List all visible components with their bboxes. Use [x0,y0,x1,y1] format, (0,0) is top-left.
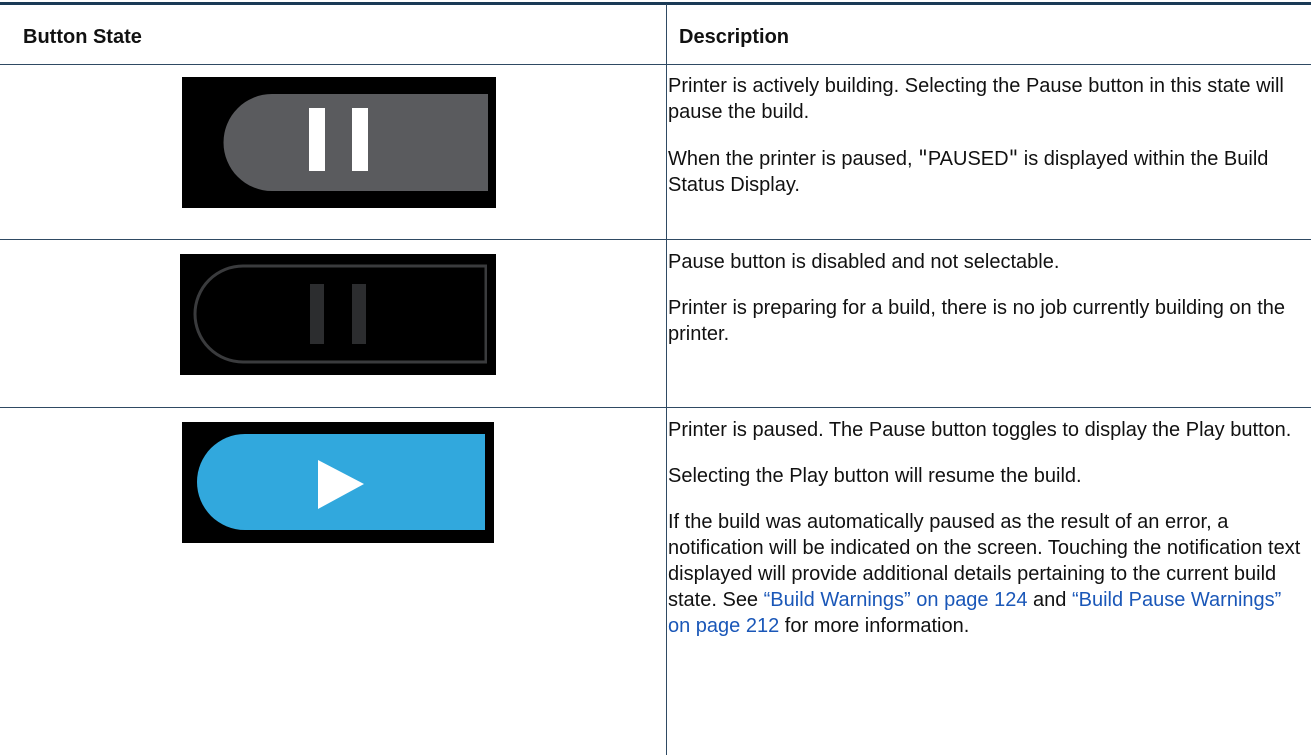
pause-bar-right-icon [352,284,366,344]
pause-bar-left-icon [309,108,325,171]
quote-open: " [918,146,928,170]
play-button-image [182,422,494,543]
row3-text-3: for more information. [779,615,970,637]
row2-paragraph-2: Printer is preparing for a build, there … [668,297,1286,345]
pause-bar-left-icon [310,284,324,344]
quote-close: " [1008,146,1019,170]
row1-paragraph-2: When the printer is paused, "PAUSED" is … [668,145,1308,198]
header-description: Description [679,26,790,48]
pause-button-active-image [182,77,496,208]
pause-bar-right-icon [352,108,368,171]
table-top-rule [0,2,1311,5]
row1-text-before: When the printer is paused, [668,148,919,170]
paused-label: PAUSED [927,148,1009,170]
row-divider [0,407,1311,408]
header-button-state: Button State [23,26,142,48]
row3-text-2: and [1027,589,1072,611]
pause-button-disabled-shape [193,264,488,364]
button-state-table: Button State Description Printer is acti… [0,0,1311,755]
row1-description: Printer is actively building. Selecting … [668,73,1308,218]
build-warnings-link[interactable]: “Build Warnings” on page 124 [764,589,1028,611]
row3-paragraph-1: Printer is paused. The Pause button togg… [668,419,1292,441]
row3-paragraph-3: If the build was automatically paused as… [668,509,1308,639]
row-divider [0,239,1311,240]
row1-paragraph-1: Printer is actively building. Selecting … [668,75,1284,123]
column-divider [666,4,667,755]
pause-button-disabled-image [180,254,496,375]
row3-paragraph-2: Selecting the Play button will resume th… [668,465,1082,487]
row2-description: Pause button is disabled and not selecta… [668,249,1308,367]
header-divider [0,64,1311,65]
row3-description: Printer is paused. The Pause button togg… [668,417,1308,659]
row2-paragraph-1: Pause button is disabled and not selecta… [668,251,1060,273]
